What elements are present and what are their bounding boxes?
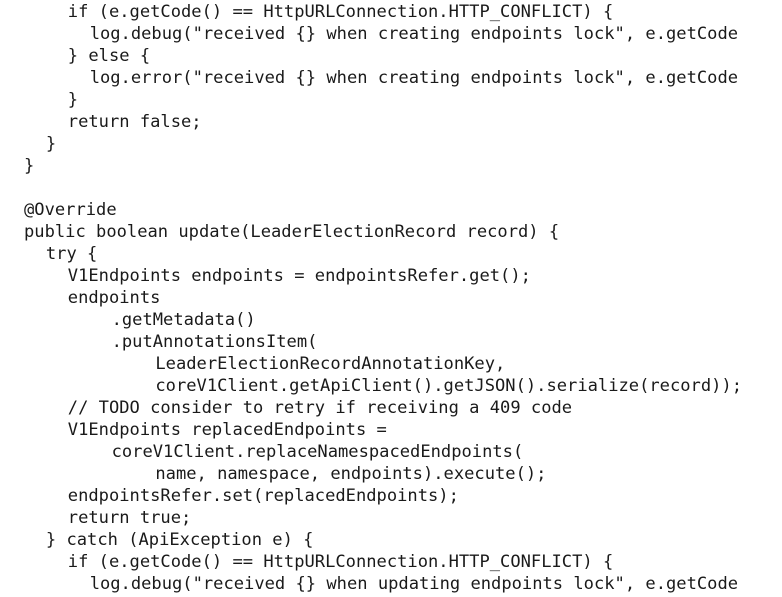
code-line: }	[24, 156, 35, 176]
code-line: log.error("received {} when creating end…	[89, 68, 739, 88]
code-line: @Override	[24, 200, 117, 220]
code-line: .putAnnotationsItem(	[111, 332, 318, 352]
code-line: endpoints	[67, 288, 161, 308]
code-view[interactable]: if (e.getCode() == HttpURLConnection.HTT…	[0, 0, 782, 597]
code-line: return true;	[67, 508, 192, 528]
code-line: } catch (ApiException e) {	[45, 530, 314, 550]
code-line: coreV1Client.replaceNamespacedEndpoints(	[111, 442, 524, 462]
code-line: V1Endpoints endpoints = endpointsRefer.g…	[67, 266, 531, 286]
code-line: }	[45, 134, 57, 154]
code-line: if (e.getCode() == HttpURLConnection.HTT…	[67, 552, 614, 572]
code-line: V1Endpoints replacedEndpoints =	[67, 420, 387, 440]
code-line: public boolean update(LeaderElectionReco…	[24, 222, 560, 242]
code-line: endpointsRefer.set(replacedEndpoints);	[67, 486, 459, 506]
code-line: name, namespace, endpoints).execute();	[155, 464, 547, 484]
code-line: return false;	[67, 112, 202, 132]
code-line: LeaderElectionRecordAnnotationKey,	[155, 354, 506, 374]
code-line: try {	[45, 244, 98, 264]
code-line: log.debug("received {} when updating end…	[89, 574, 739, 594]
code-line: if (e.getCode() == HttpURLConnection.HTT…	[67, 2, 614, 22]
code-line: .getMetadata()	[111, 310, 256, 330]
code-line: } else {	[67, 46, 151, 66]
code-line: }	[67, 90, 79, 110]
code-line: // TODO consider to retry if receiving a…	[67, 398, 573, 418]
code-line: log.debug("received {} when creating end…	[89, 24, 739, 44]
code-line: coreV1Client.getApiClient().getJSON().se…	[155, 376, 742, 396]
